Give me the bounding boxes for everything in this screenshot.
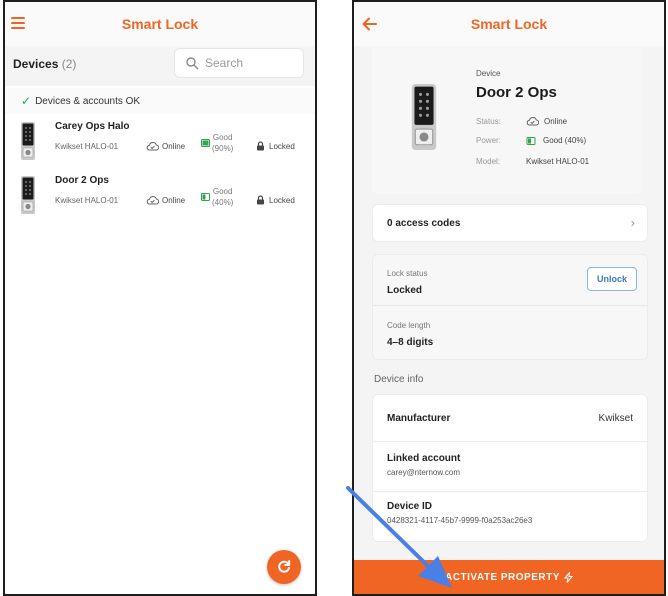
lock-state: Locked [256, 195, 295, 205]
device-id-value: 0428321-4117-45b7-9999-f0a253ac26e3 [387, 516, 533, 525]
lock-status-card: Lock status Locked Unlock Code length 4–… [372, 254, 648, 360]
back-arrow-icon[interactable] [360, 14, 380, 34]
device-row[interactable]: Door 2 Ops Kwikset HALO-01 Online Good (… [5, 172, 315, 222]
refresh-icon [278, 560, 291, 573]
unlock-button[interactable]: Unlock [587, 267, 637, 291]
battery-percent: (40%) [212, 198, 234, 207]
device-id-row: Device ID 0428321-4117-45b7-9999-f0a253a… [373, 501, 647, 525]
top-bar: Smart Lock [354, 2, 664, 46]
battery-percent: (90%) [212, 144, 234, 153]
accounts-status-text: Devices & accounts OK [35, 95, 141, 107]
lock-state: Locked [256, 141, 295, 151]
divider [373, 305, 647, 306]
cloud-check-icon [146, 195, 159, 205]
status-key: Status: [476, 116, 501, 126]
battery-status: Good (90%) [201, 132, 233, 154]
chevron-right-icon: › [630, 215, 635, 230]
power-value: Good (40%) [543, 136, 587, 145]
device-caption: Device [476, 69, 501, 78]
online-status-text: Online [162, 141, 186, 151]
battery-status: Good (40%) [201, 186, 233, 208]
code-length-value: 4–8 digits [387, 337, 434, 348]
check-icon: ✓ [21, 94, 32, 108]
refresh-button[interactable] [267, 550, 301, 584]
device-info-card: Manufacturer Kwikset Linked account care… [372, 394, 648, 542]
power-row: Power: Good (40%) [476, 136, 586, 145]
linked-account-key: Linked account [387, 453, 461, 464]
devices-header: Devices (2) [5, 46, 315, 86]
access-codes-row[interactable]: 0 access codes › [372, 204, 648, 242]
devices-label: Devices (2) [13, 57, 76, 71]
online-status: Online [146, 141, 185, 151]
online-status: Online [146, 195, 185, 205]
search-icon [186, 57, 199, 70]
online-status-text: Online [162, 195, 186, 205]
activate-property-label: ACTIVATE PROPERTY [445, 571, 560, 583]
top-bar: Smart Lock [5, 2, 315, 46]
access-codes-label: 0 access codes [387, 217, 461, 229]
linked-account-row: Linked account carey@nternow.com [373, 453, 647, 477]
padlock-icon [257, 195, 264, 205]
cloud-check-icon [526, 116, 539, 126]
device-summary-card: Device Door 2 Ops Status: Online Power: … [372, 46, 642, 194]
device-detail-screen: Smart Lock Device Door 2 Ops Status: Onl… [352, 0, 666, 596]
lock-status-value: Locked [387, 285, 423, 296]
manufacturer-value: Kwikset [598, 413, 633, 424]
search-box[interactable] [174, 48, 304, 78]
status-value: Online [544, 116, 568, 126]
battery-label: Good [212, 133, 233, 142]
keypad-lock-icon [411, 84, 437, 150]
app-title: Smart Lock [470, 16, 548, 32]
device-id-key: Device ID [387, 501, 433, 512]
manufacturer-row: Manufacturer Kwikset [373, 413, 647, 424]
code-length-caption: Code length [387, 321, 431, 330]
detail-content: Device Door 2 Ops Status: Online Power: … [354, 46, 664, 560]
hamburger-menu-icon[interactable] [11, 14, 31, 34]
battery-icon [201, 193, 210, 201]
device-info-label: Device info [374, 374, 424, 385]
app-title: Smart Lock [121, 16, 199, 32]
battery-label: Good [212, 187, 233, 196]
lock-state-text: Locked [269, 141, 295, 151]
battery-icon [201, 139, 210, 147]
keypad-lock-icon [21, 176, 35, 214]
model-key: Model: [476, 157, 501, 166]
keypad-lock-icon [21, 122, 35, 160]
lock-status-caption: Lock status [387, 269, 428, 278]
device-name: Carey Ops Halo [55, 121, 130, 132]
power-key: Power: [476, 136, 501, 145]
divider [373, 491, 647, 492]
lock-state-text: Locked [269, 195, 295, 205]
status-row: Status: Online [476, 116, 567, 126]
padlock-icon [257, 141, 264, 151]
battery-icon [526, 136, 536, 145]
activate-property-button[interactable]: ACTIVATE PROPERTY [354, 560, 664, 594]
devices-count: (2) [61, 57, 77, 71]
accounts-status: ✓ Devices & accounts OK [5, 88, 315, 114]
search-input[interactable] [205, 56, 295, 70]
model-value: Kwikset HALO-01 [526, 157, 590, 166]
device-row[interactable]: Carey Ops Halo Kwikset HALO-01 Online Go… [5, 118, 315, 168]
device-model: Kwikset HALO-01 [55, 196, 119, 205]
device-model: Kwikset HALO-01 [55, 142, 119, 151]
device-list-screen: Smart Lock Devices (2) ✓ Devices & accou… [3, 0, 317, 596]
lightning-icon [563, 571, 573, 583]
linked-account-value: carey@nternow.com [387, 468, 461, 477]
device-name: Door 2 Ops [476, 84, 557, 101]
devices-label-text: Devices [13, 57, 59, 71]
cloud-check-icon [146, 141, 159, 151]
divider [373, 441, 647, 442]
device-name: Door 2 Ops [55, 175, 109, 186]
model-row: Model: Kwikset HALO-01 [476, 157, 589, 166]
